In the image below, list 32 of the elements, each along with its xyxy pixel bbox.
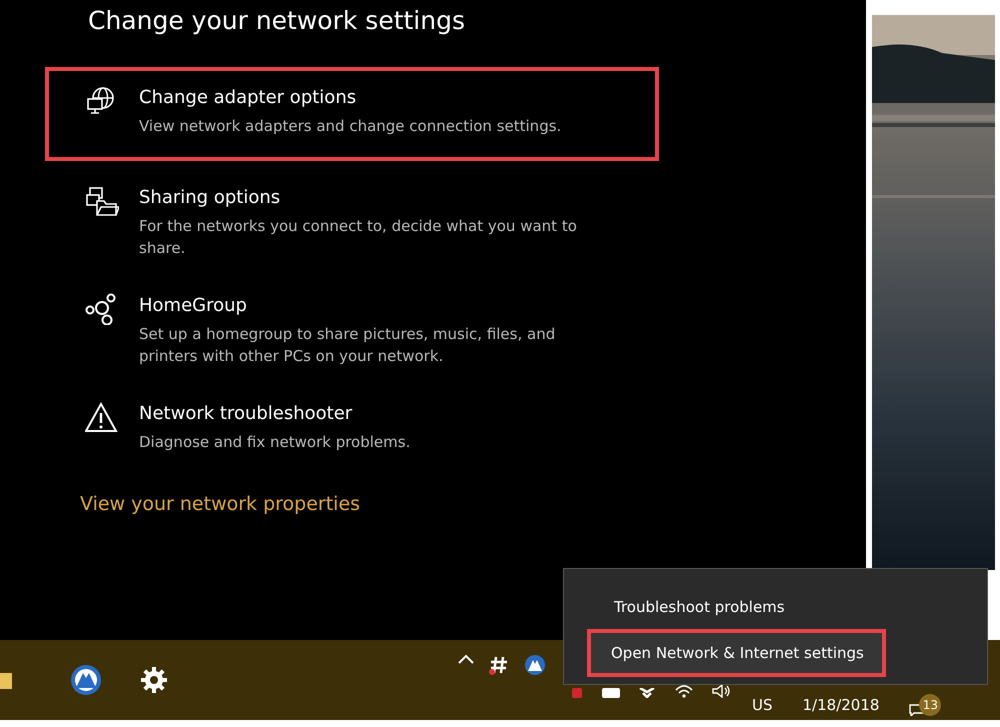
notification-button[interactable]: 13 <box>909 694 942 716</box>
warning-icon <box>85 401 119 433</box>
notification-count: 13 <box>919 694 942 716</box>
option-description: Diagnose and fix network problems. <box>139 432 410 453</box>
option-description: For the networks you connect to, decide what you want to share. <box>139 216 578 259</box>
mountain-icon[interactable] <box>70 664 102 696</box>
page-title: Change your network settings <box>88 5 465 37</box>
settings-icon[interactable] <box>140 666 168 694</box>
wifi-icon[interactable] <box>674 684 694 698</box>
app-icon[interactable] <box>570 688 584 698</box>
option-title: Change adapter options <box>139 86 358 110</box>
option-title: HomeGroup <box>139 294 248 318</box>
language-indicator[interactable]: US <box>752 696 773 714</box>
settings-option[interactable]: Sharing options For the networks you connect to, decide what you want to share. <box>45 175 659 269</box>
settings-option[interactable]: HomeGroup Set up a homegroup to share pictures, music, files, and printers with other PCs on your network. <box>45 283 659 377</box>
settings-option[interactable]: Change adapter options View network adapters and change connection settings. <box>45 67 659 161</box>
folder-icon[interactable] <box>0 670 12 690</box>
hash-icon[interactable] <box>488 654 510 676</box>
option-title: Sharing options <box>139 186 282 210</box>
network-properties-link[interactable]: View your network properties <box>80 493 360 515</box>
clock-date[interactable]: 1/18/2018 <box>802 696 880 714</box>
menu-item[interactable]: Troubleshoot problems <box>564 593 785 621</box>
option-title: Network troubleshooter <box>139 402 354 426</box>
speaker-icon[interactable] <box>712 684 732 698</box>
folders-icon <box>85 185 119 217</box>
option-description: View network adapters and change connection settings. <box>139 116 562 137</box>
chevron-up-icon[interactable] <box>458 654 474 664</box>
menu-item[interactable]: Open Network & Internet settings <box>587 629 886 677</box>
settings-option[interactable]: Network troubleshooter Diagnose and fix network problems. <box>45 391 659 463</box>
option-description: Set up a homegroup to share pictures, music, files, and printers with other PCs on your network. <box>139 324 556 367</box>
mountain-icon[interactable] <box>524 654 546 676</box>
message-icon <box>909 704 926 716</box>
